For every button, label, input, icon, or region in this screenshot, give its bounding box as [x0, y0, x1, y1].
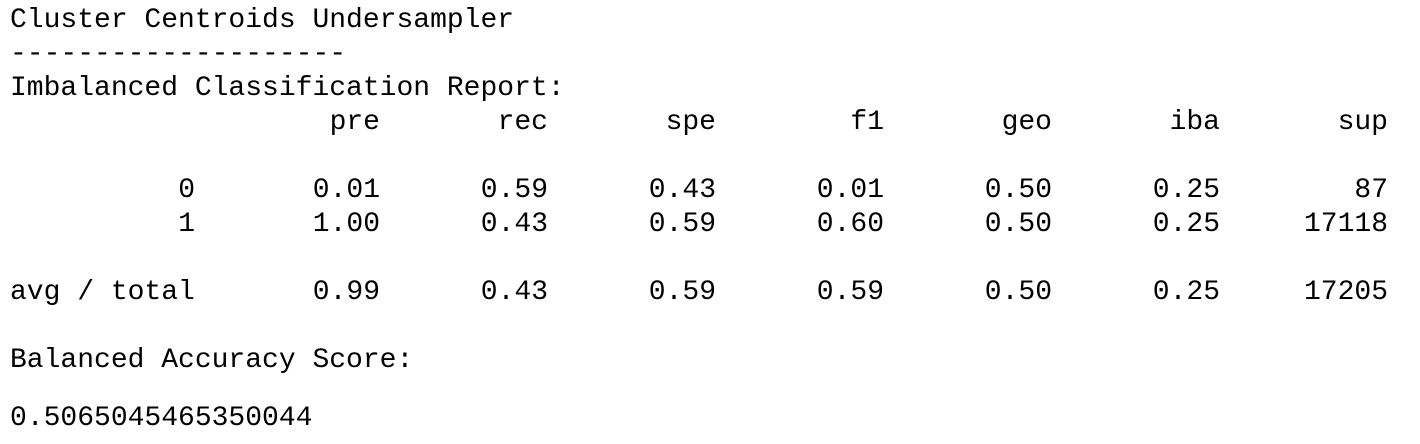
table-cell: 0.50	[984, 175, 1052, 206]
classification-output: { "title": "Cluster Centroids Undersampl…	[0, 0, 1420, 444]
table-cell: 0.25	[1152, 209, 1220, 240]
column-header: iba	[1169, 107, 1220, 138]
table-row: 1 1.00 0.43 0.59 0.60 0.50 0.25 17118	[10, 208, 1390, 242]
table-cell: 0.43	[480, 277, 548, 308]
column-header: spe	[665, 107, 716, 138]
table-cell: 0.43	[648, 175, 716, 206]
table-cell: 0.01	[312, 175, 380, 206]
table-cell: 0.59	[648, 209, 716, 240]
table-cell: 0.01	[816, 175, 884, 206]
report-heading: Imbalanced Classification Report:	[10, 73, 565, 104]
balanced-accuracy-value: 0.5065045465350044	[10, 403, 313, 434]
column-header: geo	[1001, 107, 1052, 138]
total-row-label: avg / total	[10, 277, 195, 308]
table-cell: 0.60	[816, 209, 884, 240]
table-cell: 0.59	[480, 175, 548, 206]
column-header: rec	[497, 107, 548, 138]
column-header: sup	[1337, 107, 1388, 138]
column-header: f1	[850, 107, 884, 138]
table-cell: 0.25	[1152, 175, 1220, 206]
table-cell: 0.43	[480, 209, 548, 240]
table-cell: 0.99	[312, 277, 380, 308]
table-cell: 0.50	[984, 209, 1052, 240]
column-header-row: pre rec spe f1 geo iba sup	[10, 106, 1390, 140]
balanced-accuracy-heading: Balanced Accuracy Score:	[10, 345, 414, 376]
table-cell: 1.00	[312, 209, 380, 240]
table-cell: 0.50	[984, 277, 1052, 308]
table-cell: 0.59	[816, 277, 884, 308]
table-cell: 0.25	[1152, 277, 1220, 308]
total-row: avg / total 0.99 0.43 0.59 0.59 0.50 0.2…	[10, 276, 1390, 310]
table-cell: 87	[1354, 175, 1388, 206]
table-cell: 17205	[1303, 277, 1388, 308]
separator-line: --------------------	[10, 39, 347, 70]
row-label: 0	[178, 175, 195, 206]
table-row: 0 0.01 0.59 0.43 0.01 0.50 0.25 87	[10, 174, 1390, 208]
column-header: pre	[329, 107, 380, 138]
report-title: Cluster Centroids Undersampler	[10, 5, 515, 36]
row-label: 1	[178, 209, 195, 240]
table-cell: 0.59	[648, 277, 716, 308]
table-cell: 17118	[1303, 209, 1388, 240]
